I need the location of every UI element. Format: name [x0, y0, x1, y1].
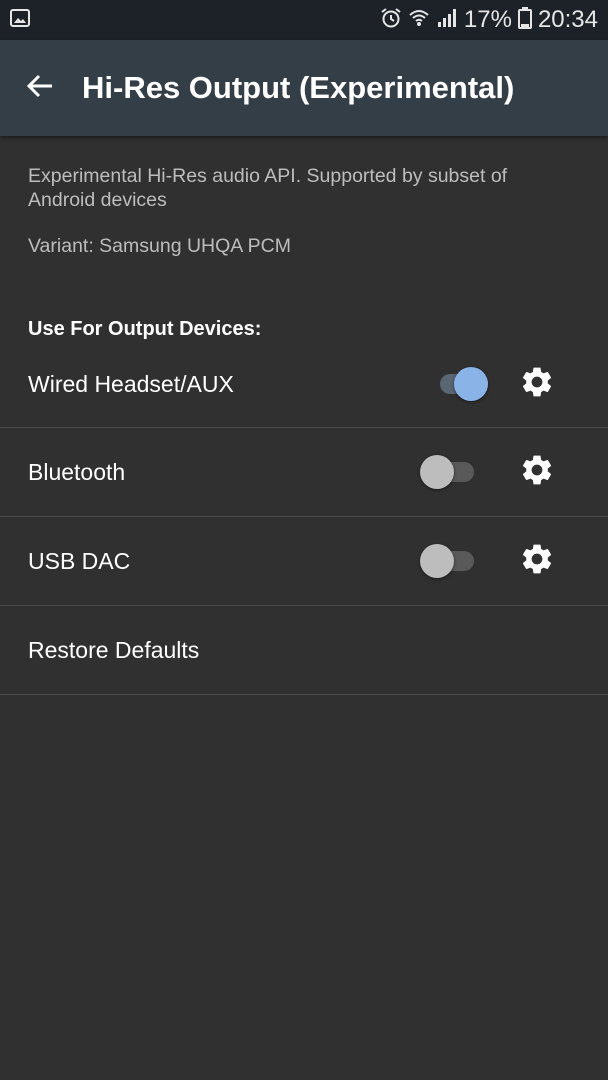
wifi-icon	[408, 7, 430, 34]
toggle-thumb	[454, 367, 488, 401]
status-bar: 17% 20:34	[0, 0, 608, 40]
settings-content: Experimental Hi-Res audio API. Supported…	[0, 136, 608, 695]
back-button[interactable]	[12, 60, 68, 116]
usb-dac-settings-button[interactable]	[518, 542, 556, 580]
device-row-bluetooth[interactable]: Bluetooth	[0, 428, 608, 517]
restore-defaults-row[interactable]: Restore Defaults	[0, 606, 608, 695]
device-row-wired[interactable]: Wired Headset/AUX	[0, 341, 608, 428]
device-row-usb-dac[interactable]: USB DAC	[0, 517, 608, 606]
description-text: Experimental Hi-Res audio API. Supported…	[28, 165, 508, 211]
alarm-icon	[380, 7, 402, 34]
app-bar: Hi-Res Output (Experimental)	[0, 40, 608, 136]
battery-percent: 17%	[463, 6, 512, 33]
signal-icon	[436, 7, 458, 34]
toggle-thumb	[420, 455, 454, 489]
wired-toggle[interactable]	[432, 364, 492, 404]
arrow-left-icon	[25, 71, 55, 106]
section-title: Use For Output Devices:	[28, 318, 262, 340]
gallery-icon	[10, 8, 30, 32]
page-title: Hi-Res Output (Experimental)	[82, 70, 515, 105]
variant-text: Variant: Samsung UHQA PCM	[28, 235, 291, 257]
usb-dac-toggle[interactable]	[420, 541, 480, 581]
gear-icon	[519, 364, 555, 405]
gear-icon	[519, 541, 555, 582]
clock: 20:34	[537, 6, 598, 33]
toggle-thumb	[420, 544, 454, 578]
bluetooth-toggle[interactable]	[420, 452, 480, 492]
bluetooth-settings-button[interactable]	[518, 453, 556, 491]
wired-settings-button[interactable]	[518, 365, 556, 403]
restore-defaults-label: Restore Defaults	[28, 636, 200, 663]
battery-icon	[517, 6, 532, 34]
gear-icon	[519, 452, 555, 493]
